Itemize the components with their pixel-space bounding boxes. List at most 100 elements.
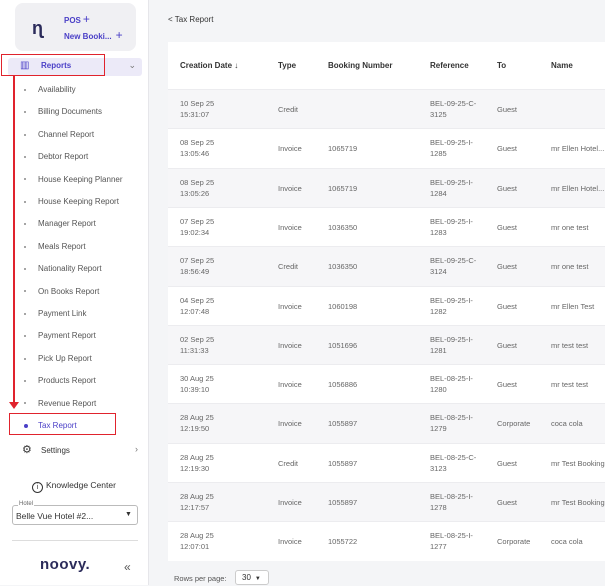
cell-booking-number: 1055897 — [328, 418, 357, 429]
cell-creation-date-text: 12:07:01 — [180, 542, 210, 552]
cell-creation-date-text: 02 Sep 25 — [180, 334, 215, 344]
cell-booking-number: 1055722 — [328, 536, 357, 547]
new-booking-button[interactable]: New Booki... + — [64, 28, 123, 42]
pos-button[interactable]: POS + — [64, 12, 90, 26]
knowledge-center-link[interactable]: i Knowledge Center — [32, 480, 116, 493]
sidebar-subitem[interactable]: On Books Report — [24, 287, 99, 299]
sidebar-subitem-label: House Keeping Report — [38, 197, 119, 206]
cell-creation-date-text: 28 Aug 25 — [180, 452, 214, 462]
sidebar-subitem-label: Revenue Report — [38, 398, 97, 408]
table-row[interactable]: 08 Sep 25 13:05:46 Invoice 1065719 BEL-09-25… — [168, 128, 605, 169]
cell-creation-date: 28 Aug 25 12:19:50 — [180, 412, 224, 434]
table-row[interactable]: 02 Sep 25 11:31:33 Invoice 1051696 BEL-09-25… — [168, 324, 605, 365]
cell-creation-date-text: 30 Aug 25 — [180, 374, 214, 384]
bullet-icon — [24, 200, 26, 203]
table-row[interactable]: 28 Aug 25 12:19:30 Credit 1055897 BEL-08-25-… — [168, 442, 605, 483]
column-header-booking-number[interactable]: Booking Number — [328, 61, 392, 70]
bullet-icon — [24, 178, 26, 181]
cell-to: Guest — [497, 183, 517, 194]
chevron-down-icon: ⌄ — [128, 60, 136, 70]
column-header-label: Creation Date — [180, 61, 233, 70]
cell-booking-number: 1055897 — [328, 458, 357, 469]
cell-name: mr Test Booking — [551, 497, 605, 508]
cell-name: mr test test — [551, 340, 588, 351]
sidebar-item-settings[interactable]: ⚙ Settings › — [22, 444, 140, 458]
cell-creation-date-text: 15:31:07 — [180, 110, 210, 119]
column-header-reference[interactable]: Reference — [430, 61, 469, 70]
cell-booking-number-text: 1056886 — [328, 380, 358, 390]
sidebar-subitem[interactable]: House Keeping Report — [24, 197, 119, 209]
sidebar-subitem[interactable]: Nationality Report — [24, 264, 102, 276]
sidebar-subitem-label: Availability — [38, 85, 76, 94]
cell-creation-date-text: 13:05:26 — [180, 188, 210, 198]
cell-creation-date-text: 07 Sep 25 — [180, 256, 215, 266]
rows-per-page-select[interactable]: 30 ▼ — [235, 570, 269, 585]
column-header-type[interactable]: Type — [278, 61, 296, 70]
table-row[interactable]: 30 Aug 25 10:39:10 Invoice 1056886 BEL-08-25… — [168, 364, 605, 405]
cell-type: Invoice — [278, 536, 302, 547]
cell-booking-number-text: 1051696 — [328, 340, 358, 350]
sidebar-subitem-label: Debtor Report — [38, 152, 89, 162]
plus-icon: + — [82, 12, 90, 26]
gear-icon: ⚙ — [22, 444, 32, 456]
sidebar-subitem[interactable]: Debtor Report — [24, 152, 88, 164]
cell-reference: BEL-08-25-C-3123 — [430, 452, 486, 474]
sidebar-subitem[interactable]: Products Report — [24, 376, 96, 388]
cell-booking-number-text: 1055897 — [328, 419, 358, 429]
highlight-box — [1, 54, 105, 76]
table-row[interactable]: 07 Sep 25 18:56:49 Credit 1036350 BEL-09-25-… — [168, 246, 605, 287]
sidebar-item-label: Settings — [41, 446, 70, 455]
cell-to: Corporate — [497, 536, 530, 547]
cell-creation-date-text: 08 Sep 25 — [180, 177, 215, 187]
cell-name: coca cola — [551, 536, 583, 547]
cell-reference: BEL-09-25-I-1282 — [430, 295, 486, 317]
cell-name: mr one test — [551, 222, 589, 233]
sidebar-subitem[interactable]: Meals Report — [24, 242, 86, 254]
table-row[interactable]: 04 Sep 25 12:07:48 Invoice 1060198 BEL-09-25… — [168, 285, 605, 326]
sidebar-subitem[interactable]: House Keeping Planner — [24, 175, 123, 187]
bullet-icon — [24, 380, 26, 383]
cell-name: mr Ellen Hotel... — [551, 183, 604, 194]
sidebar-subitem[interactable]: Payment Report — [24, 331, 96, 343]
noovy-logo: noovy. — [40, 556, 91, 573]
sidebar-subitem-label: Payment Link — [38, 309, 87, 318]
cell-name: mr Ellen Hotel... — [551, 143, 604, 154]
table-row[interactable]: 10 Sep 25 15:31:07 Credit BEL-09-25-C-3125 G… — [168, 89, 605, 129]
table-row[interactable]: 07 Sep 25 19:02:34 Invoice 1036350 BEL-09-25… — [168, 206, 605, 247]
cell-type: Invoice — [278, 379, 302, 390]
rows-per-page-label: Rows per page: — [174, 574, 227, 583]
sidebar-subitem-label: On Books Report — [38, 286, 100, 296]
table-row[interactable]: 28 Aug 25 12:19:50 Invoice 1055897 BEL-08-25… — [168, 403, 605, 444]
bullet-icon — [24, 133, 26, 136]
cell-creation-date-text: 28 Aug 25 — [180, 492, 214, 501]
cell-type-text: Invoice — [278, 222, 302, 232]
table-row[interactable]: 28 Aug 25 12:17:57 Invoice 1055897 BEL-08-25… — [168, 482, 605, 522]
sidebar-subitem[interactable]: Payment Link — [24, 309, 86, 321]
cell-type: Invoice — [278, 183, 302, 194]
sidebar-subitem[interactable]: Availability — [24, 85, 76, 97]
sidebar-subitem[interactable]: Billing Documents — [24, 107, 102, 119]
cell-creation-date-text: 10 Sep 25 — [180, 99, 215, 108]
column-header-to[interactable]: To — [497, 61, 506, 70]
rows-per-page-value: 30 — [242, 573, 251, 582]
cell-reference-text: BEL-08-25-I-1277 — [430, 531, 473, 552]
table-row[interactable]: 08 Sep 25 13:05:26 Invoice 1065719 BEL-09-25… — [168, 167, 605, 208]
sidebar-subitem[interactable]: Manager Report — [24, 219, 96, 231]
column-header-name[interactable]: Name — [551, 61, 573, 70]
cell-to-text: Guest — [497, 222, 518, 232]
column-header-creation-date[interactable]: Creation Date ↓ — [180, 61, 238, 70]
collapse-sidebar-icon[interactable]: « — [124, 560, 131, 574]
sidebar-subitem[interactable]: Channel Report — [24, 130, 94, 142]
cell-to-text: Corporate — [497, 537, 531, 547]
cell-to-text: Guest — [497, 262, 518, 272]
bullet-icon — [24, 402, 26, 405]
cell-to-text: Guest — [497, 380, 518, 390]
cell-creation-date: 07 Sep 25 19:02:34 — [180, 216, 224, 238]
sidebar-subitem-label: Nationality Report — [38, 264, 102, 274]
sidebar-subitem[interactable]: Pick Up Report — [24, 354, 92, 366]
cell-to: Guest — [497, 497, 517, 508]
cell-reference: BEL-09-25-C-3125 — [430, 98, 486, 120]
table-row[interactable]: 28 Aug 25 12:07:01 Invoice 1055722 BEL-08-25… — [168, 521, 605, 562]
sidebar-subitem[interactable]: Revenue Report — [24, 399, 96, 411]
breadcrumb[interactable]: < Tax Report — [168, 15, 213, 24]
